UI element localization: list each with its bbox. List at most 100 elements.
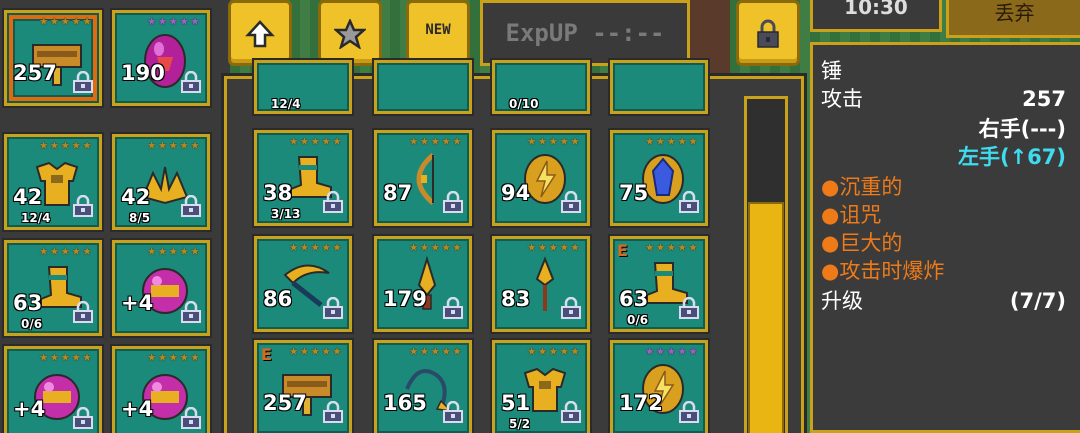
item-value: 257 [13,61,57,85]
inventory-slot[interactable]: ★★★★★ 172 [610,340,708,433]
lock-button[interactable] [736,0,800,66]
item-durability: 8/5 [129,211,151,225]
rarity-stars: ★★★★★ [526,241,581,254]
equipped-marker: E [261,345,272,364]
lock-icon[interactable] [321,401,345,423]
item-value: 38 [263,181,293,205]
rarity-stars: ★★★★★ [288,135,343,148]
rarity-stars: ★★★★★ [408,241,463,254]
rarity-stars: ★★★★★ [408,135,463,148]
inventory-slot[interactable]: ★★★★★ 87 [374,130,472,226]
rarity-stars: ★★★★★ [146,245,201,258]
item-value: +4 [121,397,154,421]
item-value: 63 [13,291,43,315]
inventory-slot[interactable]: ★★★★★ 51 5/2 [492,340,590,433]
item-value: 190 [121,61,165,85]
inventory-slot[interactable]: ★★★★★ 38 3/13 [254,130,352,226]
rarity-stars: ★★★★★ [644,241,699,254]
item-name: 锤 [821,59,842,83]
lock-icon[interactable] [559,297,583,319]
lock-icon[interactable] [677,297,701,319]
trait-cursed: ●诅咒 [821,203,882,227]
lock-icon[interactable] [441,297,465,319]
lock-icon[interactable] [71,407,95,429]
rarity-stars: ★★★★★ [38,351,93,364]
rarity-stars: ★★★★★ [38,245,93,258]
lock-icon[interactable] [179,71,203,93]
rarity-stars: ★★★★★ [526,135,581,148]
exp-up-label: ExpUP --:-- [505,19,665,47]
inventory-slot-partial[interactable] [610,60,708,114]
rarity-stars: ★★★★★ [146,351,201,364]
rarity-stars: ★★★★★ [288,345,343,358]
equipment-slot[interactable]: ★★★★★ 42 8/5 [112,134,210,230]
item-durability: 0/6 [627,313,649,327]
item-value: +4 [121,291,154,315]
lock-icon[interactable] [677,401,701,423]
inventory-slot-partial[interactable]: 0/10 [492,60,590,114]
equipment-slot[interactable]: ★★★★★ 63 0/6 [4,240,102,336]
item-value: 63 [619,287,649,311]
inventory-slot[interactable]: ★★★★★ 83 [492,236,590,332]
item-value: 179 [383,287,427,311]
discard-button[interactable]: 丢弃 [946,0,1080,38]
equipment-slot[interactable]: ★★★★★ +4 [112,240,210,336]
equipped-weapon-slot-selected[interactable]: ★★★★★ 257 [4,10,102,106]
item-durability: 5/2 [509,417,531,431]
item-value: 42 [13,185,43,209]
inventory-slot[interactable]: ★★★★★ 86 [254,236,352,332]
equipment-slot[interactable]: ★★★★★ +4 [4,346,102,433]
lock-icon[interactable] [71,195,95,217]
up-arrow-icon [231,19,289,53]
up-arrow-button[interactable] [228,0,292,66]
lock-icon[interactable] [71,71,95,93]
lock-icon[interactable] [71,301,95,323]
clock-panel: 10:30 [810,0,942,32]
inventory-slot-partial[interactable]: 12/4 [254,60,352,114]
equipment-slot[interactable]: ★★★★★ 42 12/4 [4,134,102,230]
equipment-slot[interactable]: ★★★★★ +4 [112,346,210,433]
rarity-stars: ★★★★★ [408,345,463,358]
rarity-stars: ★★★★★ [644,135,699,148]
lock-icon[interactable] [179,407,203,429]
item-value: 87 [383,181,413,205]
inventory-slot[interactable]: E ★★★★★ 257 [254,340,352,433]
inventory-slot[interactable]: ★★★★★ 179 [374,236,472,332]
attack-value: 257 [1022,87,1066,111]
lock-icon[interactable] [441,401,465,423]
item-value: 86 [263,287,293,311]
item-durability: 12/4 [271,97,301,111]
inventory-slot-partial[interactable] [374,60,472,114]
rarity-stars: ★★★★★ [288,241,343,254]
trait-heavy: ●沉重的 [821,175,903,199]
lock-icon[interactable] [441,191,465,213]
lock-icon[interactable] [677,191,701,213]
item-value: 257 [263,391,307,415]
inventory-slot[interactable]: ★★★★★ 94 [492,130,590,226]
item-durability: 3/13 [271,207,301,221]
item-value: 75 [619,181,649,205]
lock-icon[interactable] [321,297,345,319]
favorite-button[interactable] [318,0,382,66]
star-icon [321,17,379,53]
item-value: 83 [501,287,531,311]
rarity-stars: ★★★★★ [644,345,699,358]
new-filter-button[interactable]: NEW [406,0,470,66]
inventory-slot[interactable]: ★★★★★ 165 [374,340,472,433]
lock-icon[interactable] [179,301,203,323]
lock-icon[interactable] [559,401,583,423]
rarity-stars: ★★★★★ [146,139,201,152]
left-hand-compare: 左手(↑67) [957,145,1066,169]
inventory-slot[interactable]: E ★★★★★ 63 0/6 [610,236,708,332]
exp-up-timer: ExpUP --:-- [480,0,690,66]
item-durability: 0/10 [509,97,539,111]
lock-icon[interactable] [559,191,583,213]
lock-icon[interactable] [321,191,345,213]
scrollbar-thumb[interactable] [748,202,784,433]
item-durability: 12/4 [21,211,51,225]
lock-icon[interactable] [179,195,203,217]
clock-text: 10:30 [844,0,908,19]
equipment-slot[interactable]: ★★★★★ 190 [112,10,210,106]
inventory-slot[interactable]: ★★★★★ 75 [610,130,708,226]
equipped-marker: E [617,241,628,260]
